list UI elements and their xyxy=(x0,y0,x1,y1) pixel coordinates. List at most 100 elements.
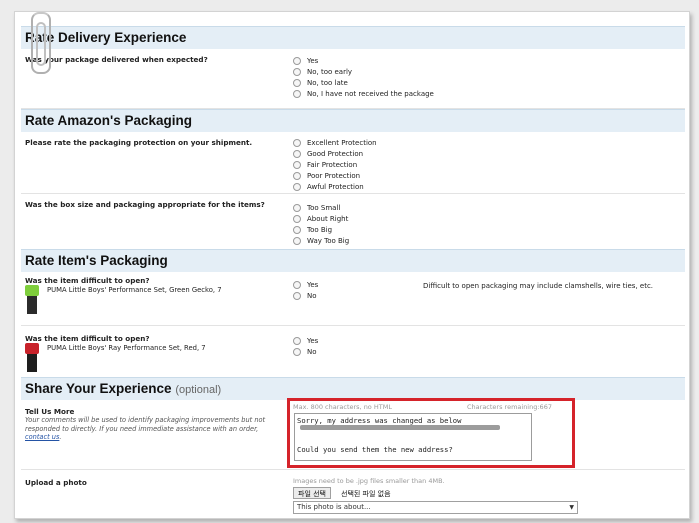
radio-option[interactable]: Excellent Protection xyxy=(293,137,377,148)
radio-option[interactable]: No, I have not received the package xyxy=(293,88,434,99)
radio-button[interactable] xyxy=(293,160,301,169)
radio-option[interactable]: Fair Protection xyxy=(293,159,377,170)
option-label: Poor Protection xyxy=(307,171,361,180)
product-thumbnail xyxy=(25,285,39,315)
section-header-packaging: Rate Amazon's Packaging xyxy=(21,109,685,132)
radio-button[interactable] xyxy=(293,291,301,300)
tell-us-label: Tell Us More xyxy=(25,407,75,416)
radio-button[interactable] xyxy=(293,56,301,65)
section-header-delivery: Rate Delivery Experience xyxy=(21,26,685,49)
question-row-size: Was the box size and packaging appropria… xyxy=(21,194,685,249)
section-header-share: Share Your Experience (optional) xyxy=(21,377,685,400)
question-row-item-2: Was the item difficult to open? PUMA Lit… xyxy=(21,326,685,377)
contact-us-link[interactable]: contact us xyxy=(25,433,59,441)
size-options: Too Small About Right Too Big Way Too Bi… xyxy=(293,202,349,246)
redacted-address xyxy=(300,425,500,430)
radio-option[interactable]: No, too early xyxy=(293,66,434,77)
shorts-image xyxy=(27,354,37,372)
option-label: Yes xyxy=(307,336,319,345)
question-label: Was the item difficult to open? xyxy=(25,334,150,343)
option-label: No, too early xyxy=(307,67,353,76)
section-title: Rate Item's Packaging xyxy=(25,253,168,268)
section-title: Share Your Experience xyxy=(25,381,172,396)
option-label: Too Big xyxy=(307,225,333,234)
no-file-text: 선택된 파일 없음 xyxy=(341,490,391,498)
description-period: . xyxy=(59,433,62,441)
paperclip-icon xyxy=(31,12,51,74)
radio-button[interactable] xyxy=(293,171,301,180)
upload-row: Upload a photo Images need to be .jpg fi… xyxy=(21,470,685,518)
item-2-options: Yes No xyxy=(293,335,318,357)
tell-us-description: Your comments will be used to identify p… xyxy=(25,416,277,442)
radio-button[interactable] xyxy=(293,225,301,234)
description-text: Your comments will be used to identify p… xyxy=(25,416,266,433)
radio-button[interactable] xyxy=(293,78,301,87)
radio-option[interactable]: No xyxy=(293,290,318,301)
radio-option[interactable]: Yes xyxy=(293,335,318,346)
question-label: Please rate the packaging protection on … xyxy=(25,138,253,147)
section-header-item-packaging: Rate Item's Packaging xyxy=(21,249,685,272)
upload-label: Upload a photo xyxy=(25,478,87,487)
radio-option[interactable]: Too Small xyxy=(293,202,349,213)
comment-textarea[interactable] xyxy=(294,413,532,461)
question-label: Was the box size and packaging appropria… xyxy=(25,200,265,209)
option-label: Yes xyxy=(307,56,319,65)
radio-option[interactable]: Way Too Big xyxy=(293,235,349,246)
question-label: Was your package delivered when expected… xyxy=(25,55,208,64)
radio-option[interactable]: Yes xyxy=(293,279,318,290)
radio-option[interactable]: No xyxy=(293,346,318,357)
item-1-options: Yes No xyxy=(293,279,318,301)
select-value: This photo is about... xyxy=(297,503,371,511)
radio-button[interactable] xyxy=(293,138,301,147)
radio-option[interactable]: Too Big xyxy=(293,224,349,235)
question-label: Was the item difficult to open? xyxy=(25,276,150,285)
tell-us-row: Tell Us More Your comments will be used … xyxy=(21,398,685,470)
option-label: Awful Protection xyxy=(307,182,364,191)
option-label: No xyxy=(307,347,317,356)
option-label: Fair Protection xyxy=(307,160,358,169)
question-row-protection: Please rate the packaging protection on … xyxy=(21,132,685,194)
photo-about-select[interactable]: This photo is about... ▼ xyxy=(293,501,578,514)
radio-option[interactable]: Awful Protection xyxy=(293,181,377,192)
product-thumbnail xyxy=(25,343,39,373)
radio-button[interactable] xyxy=(293,67,301,76)
option-label: Yes xyxy=(307,280,319,289)
option-label: Excellent Protection xyxy=(307,138,377,147)
option-label: No xyxy=(307,291,317,300)
radio-option[interactable]: Poor Protection xyxy=(293,170,377,181)
highlight-box xyxy=(287,398,575,468)
delivery-options: Yes No, too early No, too late No, I hav… xyxy=(293,55,434,99)
radio-button[interactable] xyxy=(293,89,301,98)
radio-option[interactable]: About Right xyxy=(293,213,349,224)
form-page: Rate Delivery Experience Was your packag… xyxy=(14,11,690,519)
shirt-image xyxy=(25,285,39,296)
optional-label: (optional) xyxy=(175,384,222,396)
shirt-image xyxy=(25,343,39,354)
option-label: No, too late xyxy=(307,78,348,87)
product-name: PUMA Little Boys' Ray Performance Set, R… xyxy=(47,344,206,352)
radio-button[interactable] xyxy=(293,203,301,212)
choose-file-button[interactable]: 파일 선택 xyxy=(293,487,331,499)
radio-button[interactable] xyxy=(293,214,301,223)
radio-option[interactable]: No, too late xyxy=(293,77,434,88)
section-title: Rate Amazon's Packaging xyxy=(25,113,193,128)
radio-button[interactable] xyxy=(293,182,301,191)
feedback-form: Rate Delivery Experience Was your packag… xyxy=(21,26,685,518)
dropdown-arrow-icon: ▼ xyxy=(569,504,574,511)
product-name: PUMA Little Boys' Performance Set, Green… xyxy=(47,286,222,294)
shorts-image xyxy=(27,296,37,314)
question-row-item-1: Was the item difficult to open? PUMA Lit… xyxy=(21,272,685,326)
radio-button[interactable] xyxy=(293,236,301,245)
radio-button[interactable] xyxy=(293,347,301,356)
option-label: About Right xyxy=(307,214,349,223)
radio-button[interactable] xyxy=(293,336,301,345)
radio-option[interactable]: Yes xyxy=(293,55,434,66)
radio-option[interactable]: Good Protection xyxy=(293,148,377,159)
upload-hint: Images need to be .jpg files smaller tha… xyxy=(293,477,445,485)
radio-button[interactable] xyxy=(293,280,301,289)
protection-options: Excellent Protection Good Protection Fai… xyxy=(293,137,377,192)
question-row-delivery: Was your package delivered when expected… xyxy=(21,49,685,109)
radio-button[interactable] xyxy=(293,149,301,158)
option-label: Good Protection xyxy=(307,149,364,158)
option-label: Way Too Big xyxy=(307,236,350,245)
